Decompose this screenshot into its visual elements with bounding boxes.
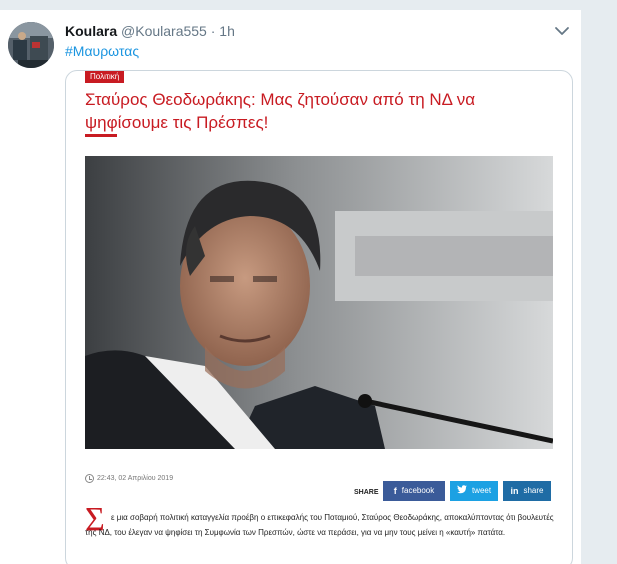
tweet-share-label: tweet <box>471 486 492 495</box>
tweet-timestamp[interactable]: 1h <box>219 23 235 39</box>
clock-icon <box>85 474 94 483</box>
twitter-share-button[interactable]: tweet <box>450 481 498 501</box>
display-name[interactable]: Koulara <box>65 23 117 39</box>
linkedin-share-label: share <box>523 486 544 495</box>
category-badge[interactable]: Πολιτική <box>85 71 125 83</box>
article-photo[interactable] <box>85 156 553 449</box>
facebook-share-button[interactable]: f facebook <box>383 481 445 501</box>
linkedin-share-button[interactable]: in share <box>503 481 551 501</box>
facebook-icon: f <box>393 486 397 496</box>
twitter-bird-icon <box>456 481 467 501</box>
facebook-share-label: facebook <box>401 486 435 495</box>
tweet[interactable]: Koulara @Koulara555 · 1h #Μαυρωτας Πολιτ… <box>0 10 582 564</box>
user-avatar[interactable] <box>8 22 54 68</box>
separator-dot: · <box>210 23 216 39</box>
tweet-header: Koulara @Koulara555 · 1h <box>65 22 235 40</box>
title-underline <box>85 134 117 137</box>
article-date: 22:43, 02 Απριλίου 2019 <box>97 475 174 482</box>
linkedin-icon: in <box>510 486 519 496</box>
chevron-down-icon[interactable] <box>553 23 571 39</box>
article-excerpt: ε μια σοβαρή πολιτική καταγγελία προέβη … <box>85 513 554 537</box>
article-meta: 22:43, 02 Απριλίου 2019 <box>85 474 173 483</box>
article-title[interactable]: Σταύρος Θεοδωράκης: Μας ζητούσαν από τη … <box>85 88 525 134</box>
user-handle[interactable]: @Koulara555 <box>121 23 207 39</box>
link-card[interactable]: Πολιτική Σταύρος Θεοδωράκης: Μας ζητούσα… <box>65 70 573 564</box>
hashtag-link[interactable]: #Μαυρωτας <box>65 42 139 60</box>
share-label: SHARE <box>354 489 379 496</box>
